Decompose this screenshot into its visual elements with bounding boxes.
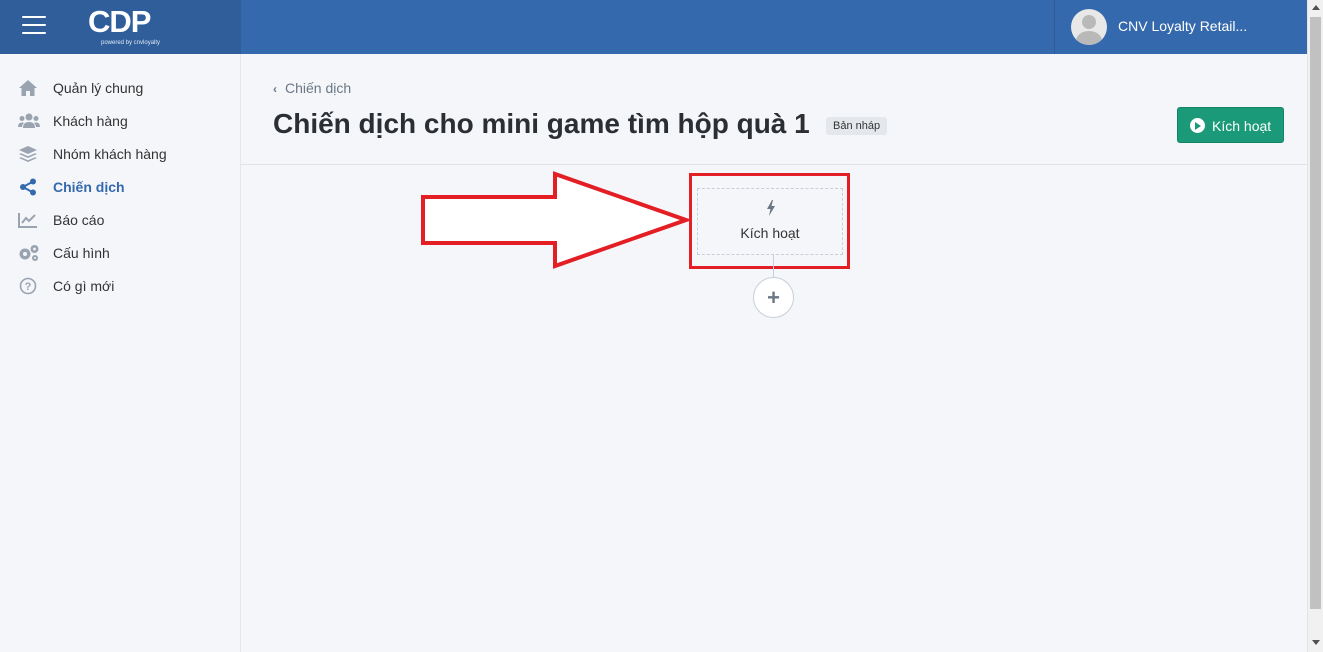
sidebar-item-settings[interactable]: Cấu hình: [0, 236, 240, 269]
header-divider: [241, 164, 1307, 165]
breadcrumb[interactable]: ‹ Chiến dịch: [273, 80, 351, 96]
logo[interactable]: CDP: [88, 4, 151, 40]
svg-text:?: ?: [25, 281, 32, 293]
sidebar-item-label: Báo cáo: [53, 212, 105, 228]
question-icon: ?: [18, 277, 38, 295]
user-name[interactable]: CNV Loyalty Retail...: [1118, 18, 1247, 34]
sidebar-item-customer-groups[interactable]: Nhóm khách hàng: [0, 137, 240, 170]
sidebar-item-label: Quản lý chung: [53, 80, 144, 96]
trigger-label: Kích hoạt: [740, 225, 800, 241]
trigger-node[interactable]: Kích hoạt: [697, 188, 843, 255]
plus-icon: +: [767, 285, 780, 310]
page-title: Chiến dịch cho mini game tìm hộp quà 1: [273, 108, 810, 139]
scroll-up-icon[interactable]: [1308, 0, 1323, 16]
status-badge: Bản nháp: [826, 117, 888, 135]
sidebar: Quản lý chung Khách hàng Nhóm khách hàng…: [0, 54, 241, 652]
sidebar-item-customers[interactable]: Khách hàng: [0, 104, 240, 137]
user-menu[interactable]: CNV Loyalty Retail...: [1054, 0, 1307, 54]
home-icon: [18, 79, 38, 97]
play-icon: [1190, 118, 1205, 133]
scroll-down-icon[interactable]: [1308, 634, 1323, 650]
connector-line: [773, 255, 774, 277]
chevron-left-icon: ‹: [273, 82, 277, 96]
sidebar-item-whats-new[interactable]: ? Có gì mới: [0, 269, 240, 302]
share-icon: [18, 178, 38, 196]
sidebar-item-label: Chiến dịch: [53, 179, 125, 195]
sidebar-item-label: Có gì mới: [53, 278, 115, 294]
users-icon: [18, 112, 40, 130]
vertical-scrollbar[interactable]: [1307, 0, 1323, 652]
menu-icon[interactable]: [22, 16, 46, 36]
add-step-button[interactable]: +: [753, 277, 794, 318]
logo-subtitle: powered by cnvloyalty: [101, 40, 161, 46]
activate-button[interactable]: Kích hoạt: [1177, 107, 1284, 143]
sidebar-item-label: Cấu hình: [53, 245, 110, 261]
gears-icon: [18, 244, 39, 262]
chart-icon: [18, 211, 38, 229]
brand-area: CDP powered by cnvloyalty: [0, 0, 241, 54]
bolt-icon: [766, 200, 776, 216]
sidebar-item-label: Nhóm khách hàng: [53, 146, 167, 162]
sidebar-item-label: Khách hàng: [53, 113, 128, 129]
avatar[interactable]: [1071, 9, 1107, 45]
layers-icon: [18, 145, 38, 163]
scroll-thumb[interactable]: [1310, 17, 1321, 609]
sidebar-item-general[interactable]: Quản lý chung: [0, 71, 240, 104]
arrow-annotation: [421, 171, 690, 269]
activate-button-label: Kích hoạt: [1212, 118, 1272, 134]
top-bar: CDP powered by cnvloyalty CNV Loyalty Re…: [0, 0, 1307, 54]
breadcrumb-label[interactable]: Chiến dịch: [285, 80, 351, 96]
sidebar-item-reports[interactable]: Báo cáo: [0, 203, 240, 236]
sidebar-item-campaigns[interactable]: Chiến dịch: [0, 170, 240, 203]
